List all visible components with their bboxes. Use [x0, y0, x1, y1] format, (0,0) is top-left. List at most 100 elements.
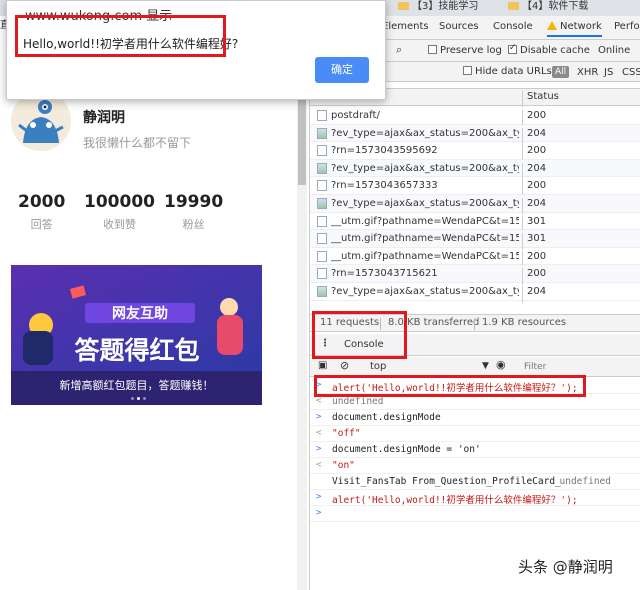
search-icon[interactable]: ⌕	[396, 43, 402, 57]
prompt-chevron-icon: >	[316, 492, 322, 502]
prompt-chevron-icon: >	[316, 444, 322, 454]
console-output: > alert('Hello,world!!初学者用什么软件编程好？'); < un…	[310, 378, 640, 522]
banner-illustration: 网友互助 答题得红包	[11, 265, 262, 375]
table-row[interactable]: ?rn=1573043715621 200	[310, 265, 640, 286]
stat-value: 19990	[164, 192, 224, 212]
document-icon	[317, 215, 327, 227]
stat-answers[interactable]: 2000 回答	[18, 192, 65, 232]
hide-data-urls-checkbox[interactable]: Hide data URLs	[463, 66, 552, 77]
watermark: 头条 @静润明	[518, 558, 613, 576]
highlight-box-console-tab	[312, 311, 407, 359]
preserve-log-checkbox[interactable]: Preserve log	[428, 45, 502, 56]
folder-icon	[398, 2, 409, 10]
checkbox-icon	[428, 45, 437, 54]
console-text: document.designMode	[332, 412, 441, 423]
summary-resources: 1.9 KB resources	[482, 317, 567, 328]
console-line[interactable]: < "off"	[310, 426, 640, 442]
console-line[interactable]: > document.designMode = 'on'	[310, 442, 640, 458]
console-filter-input[interactable]	[524, 360, 634, 374]
prompt-chevron-icon: >	[316, 508, 322, 518]
table-row[interactable]: __utm.gif?pathname=WendaPC&t=157... 200	[310, 248, 640, 268]
stat-label: 收到赞	[102, 218, 136, 231]
banner-title-top: 网友互助	[112, 305, 168, 322]
table-row[interactable]: ?rn=1573043595692 200	[310, 142, 640, 163]
console-line[interactable]: > alert('Hello,world!!初学者用什么软件编程好？');	[310, 490, 640, 506]
console-text: undefined	[332, 396, 384, 407]
highlight-box-alert-command	[314, 375, 586, 397]
request-name: ?rn=1573043715621	[331, 268, 438, 280]
filter-css-button[interactable]: CSS	[622, 67, 640, 78]
column-header-status[interactable]: Status	[522, 91, 559, 107]
page-scrollbar[interactable]	[297, 60, 307, 590]
divider	[474, 318, 475, 330]
document-icon	[317, 145, 327, 157]
filter-all-button[interactable]: All	[552, 66, 570, 78]
console-toolbar: ▣ ⊘ top ▼ ◉	[310, 357, 640, 377]
profile-name[interactable]: 静润明	[83, 107, 125, 127]
alert-ok-button[interactable]: 确定	[315, 57, 369, 83]
banner-caption: 新增高额红包题目，答题赚钱！	[11, 371, 262, 405]
bookmark-software-download[interactable]: 【4】软件下载	[508, 0, 588, 16]
network-request-list: postdraft/200 ?ev_type=ajax&ax_status=20…	[310, 107, 640, 303]
console-text: "off"	[332, 428, 361, 439]
return-chevron-icon: <	[316, 460, 322, 470]
tab-console[interactable]: Console	[493, 21, 533, 32]
table-row[interactable]: ?ev_type=ajax&ax_status=200&ax_type...20…	[310, 159, 640, 180]
throttling-select[interactable]: Online	[598, 45, 630, 56]
table-row[interactable]: ?ev_type=ajax&ax_status=200&ax_type...20…	[310, 283, 640, 303]
console-text: Visit_FansTab From_Question_ProfileCard_	[332, 476, 561, 487]
disable-cache-checkbox[interactable]: Disable cache	[508, 43, 590, 56]
stat-fans[interactable]: 19990 粉丝	[164, 192, 223, 232]
checkbox-checked-icon	[508, 43, 517, 54]
image-icon	[317, 162, 327, 174]
tab-network-label: Network	[560, 21, 602, 32]
hide-data-urls-label: Hide data URLs	[475, 66, 552, 77]
carousel-dot[interactable]	[131, 397, 134, 400]
filter-xhr-button[interactable]: XHR	[577, 67, 598, 78]
stat-label: 粉丝	[182, 218, 205, 231]
table-row[interactable]: ?rn=1573043657333 200	[310, 177, 640, 198]
table-row[interactable]: ?ev_type=ajax&ax_status=200&ax_type...20…	[310, 124, 640, 145]
eye-icon[interactable]: ◉	[496, 358, 506, 371]
request-status: 204	[522, 285, 546, 303]
devtools-panel: Elements Sources Console Network Perfo ▼…	[309, 16, 640, 590]
carousel-dot[interactable]	[143, 397, 146, 400]
tab-performance[interactable]: Perfo	[614, 21, 640, 32]
preserve-log-label: Preserve log	[440, 45, 502, 56]
folder-icon	[508, 2, 519, 10]
console-text: alert('Hello,world!!初学者用什么软件编程好？');	[332, 495, 578, 506]
context-select[interactable]: top	[370, 361, 386, 372]
request-name: ?ev_type=ajax&ax_status=200&ax_type...	[331, 197, 519, 209]
console-input-line[interactable]: >	[310, 506, 640, 522]
clear-console-icon[interactable]: ⊘	[340, 359, 349, 372]
bookmark-skill-learning[interactable]: 【3】技能学习	[398, 0, 478, 16]
image-icon	[317, 285, 327, 297]
table-row[interactable]: __utm.gif?pathname=WendaPC&t=157... 301	[310, 230, 640, 251]
checkbox-icon	[463, 66, 472, 75]
promo-banner[interactable]: 网友互助 答题得红包 新增高额红包题目，答题赚钱！	[11, 265, 262, 405]
request-name: __utm.gif?pathname=WendaPC&t=157...	[331, 233, 519, 245]
return-chevron-icon: <	[316, 396, 322, 406]
stat-likes[interactable]: 100000 收到赞	[84, 192, 155, 232]
chevron-down-icon[interactable]: ▼	[482, 361, 489, 371]
console-line[interactable]: < "on"	[310, 458, 640, 474]
warning-icon	[547, 21, 557, 30]
request-name: __utm.gif?pathname=WendaPC&t=157...	[331, 250, 519, 262]
carousel-dot-active[interactable]	[137, 397, 140, 400]
tab-network[interactable]: Network	[547, 21, 602, 37]
highlight-box-alert	[15, 15, 226, 57]
avatar[interactable]	[11, 91, 71, 151]
document-icon	[317, 250, 327, 262]
tab-sources[interactable]: Sources	[439, 21, 479, 32]
filter-js-button[interactable]: JS	[604, 67, 613, 78]
profile-bio: 我很懒什么都不留下	[83, 136, 192, 150]
table-row[interactable]: ?ev_type=ajax&ax_status=200&ax_type...20…	[310, 194, 640, 215]
sidebar-toggle-icon[interactable]: ▣	[318, 360, 327, 371]
document-icon	[317, 110, 327, 121]
table-row[interactable]: __utm.gif?pathname=WendaPC&t=157... 301	[310, 213, 640, 233]
tab-elements[interactable]: Elements	[382, 21, 429, 32]
console-line[interactable]: Visit_FansTab From_Question_ProfileCard_…	[310, 474, 640, 490]
console-line[interactable]: > document.designMode	[310, 410, 640, 426]
request-name: ?rn=1573043657333	[331, 180, 438, 192]
table-row[interactable]: postdraft/200	[310, 107, 640, 127]
